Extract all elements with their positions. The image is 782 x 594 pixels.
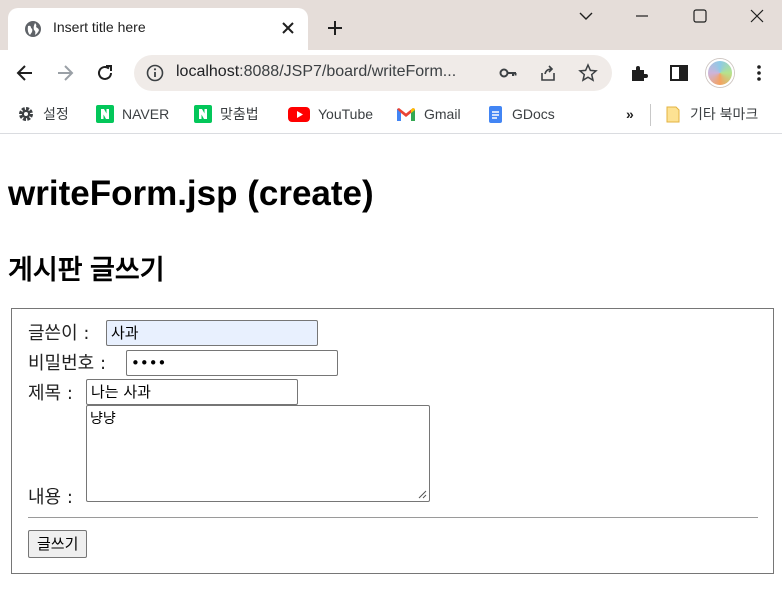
close-window-icon[interactable]	[747, 6, 767, 26]
more-menu-icon[interactable]	[748, 62, 770, 84]
site-info-icon[interactable]	[146, 64, 164, 82]
password-label: 비밀번호 :	[28, 353, 107, 374]
page-content: writeForm.jsp (create) 게시판 글쓰기 글쓴이 : 사과 …	[0, 135, 782, 594]
naver-icon	[194, 105, 212, 123]
url-host: localhost	[176, 63, 240, 80]
maximize-icon[interactable]	[690, 6, 710, 26]
bookmark-label: NAVER	[122, 106, 170, 122]
gdocs-icon	[489, 106, 502, 123]
bookmark-label: YouTube	[318, 106, 374, 122]
bookmark-label: Gmail	[424, 106, 461, 122]
content-textarea[interactable]: 냥냥	[86, 405, 430, 502]
content-label: 내용 :	[28, 487, 73, 508]
back-icon[interactable]	[14, 62, 36, 84]
globe-icon	[25, 21, 41, 37]
submit-button[interactable]: 글쓰기	[28, 530, 88, 558]
other-bookmarks-label: 기타 북마크	[690, 106, 759, 122]
bookmark-label: 맞춤법	[220, 106, 259, 122]
bookmark-settings[interactable]: 설정	[17, 104, 69, 124]
browser-tab[interactable]: Insert title here	[8, 8, 308, 50]
forward-icon[interactable]	[54, 62, 76, 84]
tab-search-icon[interactable]	[576, 6, 596, 26]
writer-label: 글쓴이 :	[28, 323, 90, 344]
other-bookmarks-folder[interactable]: 기타 북마크	[664, 104, 758, 124]
reload-icon[interactable]	[94, 62, 116, 84]
profile-avatar[interactable]	[706, 59, 734, 87]
side-panel-icon[interactable]	[668, 62, 690, 84]
tab-title: Insert title here	[53, 19, 146, 35]
browser-toolbar: localhost:8088/JSP7/board/writeForm...	[0, 50, 782, 96]
youtube-icon	[288, 107, 310, 122]
board-write-heading: 게시판 글쓰기	[8, 255, 165, 285]
resize-grip-icon[interactable]	[418, 490, 427, 499]
bookmark-youtube[interactable]: YouTube	[288, 104, 373, 124]
new-tab-icon[interactable]	[326, 19, 344, 37]
extensions-icon[interactable]	[628, 62, 650, 84]
gear-icon	[19, 107, 33, 121]
naver-icon	[96, 105, 114, 123]
form-divider	[28, 517, 758, 518]
writer-input[interactable]: 사과	[106, 320, 318, 346]
bookmark-naver[interactable]: NAVER	[96, 104, 169, 124]
close-tab-icon[interactable]	[280, 20, 296, 36]
gmail-icon	[397, 108, 415, 121]
page-title: writeForm.jsp (create)	[8, 174, 374, 213]
key-icon[interactable]	[498, 63, 518, 83]
url-text[interactable]: localhost:8088/JSP7/board/writeForm...	[176, 63, 456, 81]
bookmark-label: 설정	[43, 106, 69, 122]
subject-label: 제목 :	[28, 383, 73, 404]
share-icon[interactable]	[538, 63, 558, 83]
url-path: :8088/JSP7/board/writeForm...	[239, 63, 457, 80]
bookmarks-bar: 설정 NAVER 맞춤법 YouTube Gmail GDocs » 기타 북마…	[0, 96, 782, 134]
browser-titlebar: Insert title here	[0, 0, 782, 50]
folder-icon	[666, 106, 680, 123]
bookmarks-overflow-button[interactable]: »	[626, 104, 634, 124]
bookmarks-divider	[650, 104, 651, 126]
write-form: 글쓴이 : 사과 비밀번호 : •••• 제목 : 나는 사과 내용 : 냥냥 …	[11, 308, 774, 574]
content-text: 냥냥	[90, 411, 116, 427]
bookmark-spellcheck[interactable]: 맞춤법	[194, 104, 259, 124]
bookmark-star-icon[interactable]	[578, 63, 598, 83]
subject-input[interactable]: 나는 사과	[86, 379, 298, 405]
overflow-chevron-icon: »	[626, 106, 634, 122]
bookmark-gdocs[interactable]: GDocs	[486, 104, 555, 124]
bookmark-gmail[interactable]: Gmail	[396, 104, 461, 124]
password-input[interactable]: ••••	[126, 350, 338, 376]
address-bar[interactable]: localhost:8088/JSP7/board/writeForm...	[134, 55, 612, 91]
minimize-icon[interactable]	[632, 6, 652, 26]
bookmark-label: GDocs	[512, 106, 555, 122]
